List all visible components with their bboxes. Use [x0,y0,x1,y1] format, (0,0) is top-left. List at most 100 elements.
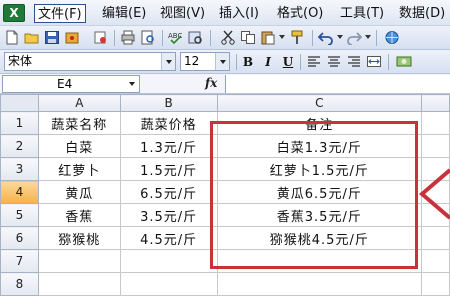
standard-toolbar: ABC [0,26,450,50]
paste-icon[interactable] [260,30,276,45]
cell-b5[interactable]: 3.5元/斤 [119,203,218,227]
chevron-down-icon[interactable] [161,53,175,70]
cell-a4[interactable]: 黄瓜 [37,180,121,204]
column-header-b[interactable]: B [119,94,218,112]
cell-c5[interactable]: 香蕉3.5元/斤 [216,203,423,227]
spreadsheet-window: X 文件(F) 编辑(E) 视图(V) 插入(I) 格式(O) 工具(T) 数据… [0,0,450,300]
align-left-icon[interactable] [306,54,322,69]
cell-a1[interactable]: 蔬菜名称 [37,111,121,135]
row-header-7[interactable]: 7 [0,249,39,273]
currency-icon[interactable] [396,54,412,69]
new-icon[interactable] [4,30,20,45]
bold-button[interactable]: B [240,54,256,70]
redo-icon[interactable] [346,30,362,45]
cell-a2[interactable]: 白菜 [37,134,121,158]
permission-icon[interactable] [64,30,80,45]
paste-dropdown-icon[interactable] [279,35,285,39]
cell-a5[interactable]: 香蕉 [37,203,121,227]
cell-b1[interactable]: 蔬菜价格 [119,111,218,135]
cell-d2[interactable] [421,134,450,158]
font-size-value: 12 [184,54,200,68]
merge-center-icon[interactable] [366,54,382,69]
table-row: 2 白菜 1.3元/斤 白菜1.3元/斤 [0,134,450,158]
table-row: 3 红萝卜 1.5元/斤 红萝卜1.5元/斤 [0,157,450,181]
cell-d3[interactable] [421,157,450,181]
align-center-icon[interactable] [326,54,342,69]
spelling-icon[interactable]: ABC [168,30,184,45]
cell-d4[interactable] [421,180,450,204]
cell-a8[interactable] [37,272,121,296]
cell-b3[interactable]: 1.5元/斤 [119,157,218,181]
undo-dropdown-icon[interactable] [337,35,343,39]
hyperlink-icon[interactable] [384,30,400,45]
chevron-down-icon[interactable] [125,76,139,92]
menu-tools[interactable]: 工具(T) [337,4,387,23]
save-icon[interactable] [44,30,60,45]
research-icon[interactable] [188,30,204,45]
print-preview-icon[interactable] [140,30,156,45]
formula-input[interactable] [225,75,450,93]
chevron-down-icon[interactable] [215,53,229,70]
row-header-8[interactable]: 8 [0,272,39,296]
menu-insert[interactable]: 插入(I) [216,4,262,23]
column-header-d[interactable] [421,94,450,112]
cell-d5[interactable] [421,203,450,227]
cell-a3[interactable]: 红萝卜 [37,157,121,181]
menu-view[interactable]: 视图(V) [157,4,208,23]
cell-b4[interactable]: 6.5元/斤 [119,180,218,204]
cell-c7[interactable] [216,249,423,273]
cell-d7[interactable] [421,249,450,273]
cell-c2[interactable]: 白菜1.3元/斤 [216,134,423,158]
cell-d8[interactable] [421,272,450,296]
insert-function-icon[interactable]: fx [205,76,217,90]
column-header-a[interactable]: A [37,94,121,112]
table-row: 6 猕猴桃 4.5元/斤 猕猴桃4.5元/斤 [0,226,450,250]
print-icon[interactable] [120,30,136,45]
row-header-1[interactable]: 1 [0,111,39,135]
cell-c4[interactable]: 黄瓜6.5元/斤 [216,180,423,204]
name-box[interactable]: E4 [2,75,140,93]
font-size-select[interactable]: 12 [180,52,230,71]
column-header-c[interactable]: C [216,94,423,112]
row-header-2[interactable]: 2 [0,134,39,158]
italic-button[interactable]: I [260,54,276,70]
row-header-5[interactable]: 5 [0,203,39,227]
font-name-select[interactable]: 宋体 [4,52,176,71]
align-right-icon[interactable] [346,54,362,69]
cut-icon[interactable] [220,30,236,45]
cell-reference: E4 [57,77,73,91]
open-icon[interactable] [24,30,40,45]
cell-c1[interactable]: 备注 [216,111,423,135]
row-header-4[interactable]: 4 [0,180,39,204]
toolbar-separator [388,54,389,70]
cell-d1[interactable] [421,111,450,135]
menu-edit[interactable]: 编辑(E) [99,4,149,23]
cell-b7[interactable] [119,249,218,273]
cell-c3[interactable]: 红萝卜1.5元/斤 [216,157,423,181]
permission-icon[interactable] [92,30,108,45]
formatting-toolbar: 宋体 12 B I U [0,50,450,74]
toolbar-separator [162,30,163,46]
sheet-table: A B C 1 蔬菜名称 蔬菜价格 备注 2 白菜 1.3元/斤 白菜1.3元/… [0,94,450,296]
cell-c6[interactable]: 猕猴桃4.5元/斤 [216,226,423,250]
excel-app-icon[interactable]: X [3,4,25,22]
cell-a6[interactable]: 猕猴桃 [37,226,121,250]
redo-dropdown-icon[interactable] [365,35,371,39]
cell-a7[interactable] [37,249,121,273]
cell-b8[interactable] [119,272,218,296]
menu-data[interactable]: 数据(D) [396,4,448,23]
format-painter-icon[interactable] [290,30,306,45]
cell-d6[interactable] [421,226,450,250]
copy-icon[interactable] [240,30,256,45]
menu-file[interactable]: 文件(F) [34,4,86,23]
undo-icon[interactable] [318,30,334,45]
cell-c8[interactable] [216,272,423,296]
row-header-3[interactable]: 3 [0,157,39,181]
select-all-corner[interactable] [0,94,39,112]
cell-b6[interactable]: 4.5元/斤 [119,226,218,250]
cell-b2[interactable]: 1.3元/斤 [119,134,218,158]
underline-button[interactable]: U [280,54,296,70]
menu-format[interactable]: 格式(O) [274,4,326,23]
row-header-6[interactable]: 6 [0,226,39,250]
toolbar-separator [114,30,115,46]
